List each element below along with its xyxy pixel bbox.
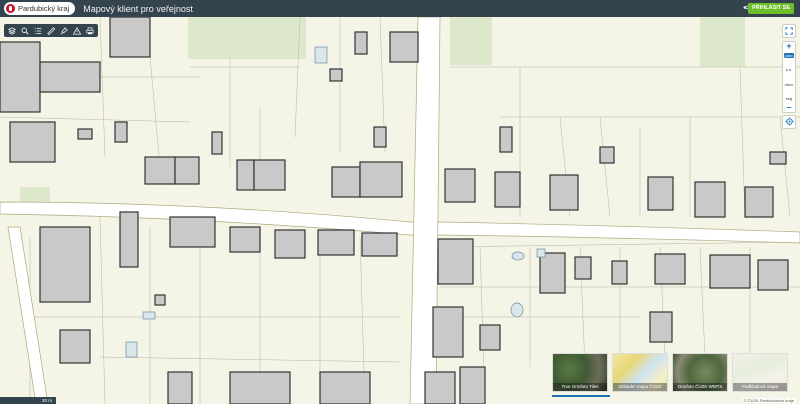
basemap-label: Podkladová mapa: [733, 383, 787, 391]
brand-label: Pardubický kraj: [18, 4, 70, 13]
locate-button[interactable]: [782, 115, 796, 129]
basemap-podkladova-mapa[interactable]: Podkladová mapa: [732, 353, 788, 392]
measure-ruler-icon[interactable]: [45, 25, 57, 37]
pin-tool-icon[interactable]: [58, 25, 70, 37]
search-icon[interactable]: [19, 25, 31, 37]
basemap-ortofoto-cuzk[interactable]: Ortofoto ČÚZK WMTS: [672, 353, 728, 392]
basemap-true-ortofoto[interactable]: True Ortofoto Tiles: [552, 353, 608, 392]
header-bar: Pardubický kraj Mapový klient pro veřejn…: [0, 0, 800, 17]
zoom-level-kraj[interactable]: kraj: [786, 96, 792, 101]
basemap-label: Základní mapa ČÚZK: [613, 383, 667, 391]
basemap-zakladni-mapa[interactable]: Základní mapa ČÚZK: [612, 353, 668, 392]
active-basemap-indicator: [552, 395, 610, 397]
locate-icon: [784, 113, 794, 131]
scale-bar: 20 m: [0, 397, 56, 404]
brand-badge[interactable]: Pardubický kraj: [4, 2, 76, 15]
zoom-in-button[interactable]: +: [783, 42, 795, 51]
map-canvas[interactable]: .b { fill: #c9c9c9; stroke: #333; stroke…: [0, 16, 800, 404]
layers-icon[interactable]: [6, 25, 18, 37]
zoom-control: + parc k.ú. obec kraj –: [782, 41, 796, 113]
zoom-slider[interactable]: parc k.ú. obec kraj: [783, 51, 795, 103]
zoom-out-button[interactable]: –: [783, 103, 795, 112]
zoom-level-ku[interactable]: k.ú.: [786, 67, 792, 72]
basemap-label: Ortofoto ČÚZK WMTS: [673, 383, 727, 391]
zoom-level-obec[interactable]: obec: [785, 82, 794, 87]
map-toolbar: [4, 24, 98, 37]
cadastral-map[interactable]: .b { fill: #c9c9c9; stroke: #333; stroke…: [0, 16, 800, 404]
basemap-gallery: True Ortofoto Tiles Základní mapa ČÚZK O…: [552, 353, 798, 396]
basemap-label: True Ortofoto Tiles: [553, 383, 607, 391]
list-icon[interactable]: [32, 25, 44, 37]
pardubicky-kraj-logo-icon: [6, 4, 15, 13]
print-icon[interactable]: [84, 25, 96, 37]
warning-icon[interactable]: [71, 25, 83, 37]
fullscreen-icon: [785, 22, 793, 40]
zoom-level-parc[interactable]: parc: [784, 53, 794, 58]
login-button[interactable]: PŘIHLÁSIT SE: [748, 3, 794, 14]
app-title: Mapový klient pro veřejnost: [83, 3, 193, 14]
fullscreen-button[interactable]: [782, 24, 796, 38]
map-client-app: .b { fill: #c9c9c9; stroke: #333; stroke…: [0, 0, 800, 404]
attribution-text: © ČÚZK Pardubického kraje: [741, 398, 796, 403]
